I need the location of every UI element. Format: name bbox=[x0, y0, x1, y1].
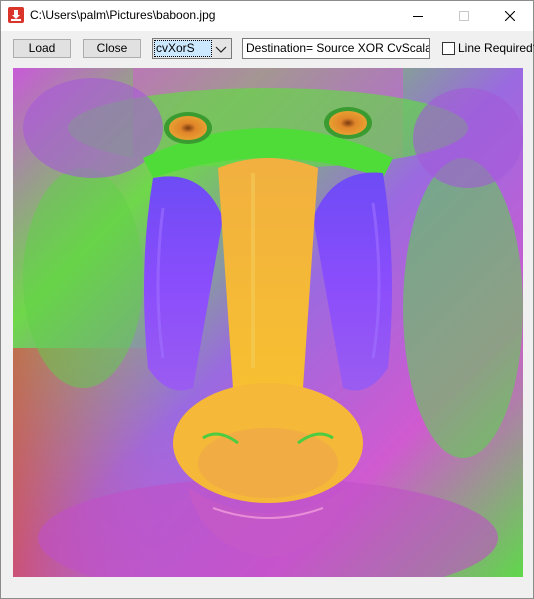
load-button[interactable]: Load bbox=[13, 39, 71, 58]
maximize-icon bbox=[459, 11, 469, 21]
maximize-button[interactable] bbox=[441, 1, 487, 31]
operation-select-value: cvXorS bbox=[154, 40, 212, 57]
chevron-down-icon bbox=[215, 46, 227, 53]
close-icon bbox=[505, 11, 515, 21]
minimize-button[interactable] bbox=[395, 1, 441, 31]
window-title: C:\Users\palm\Pictures\baboon.jpg bbox=[30, 8, 216, 22]
image-viewer[interactable] bbox=[13, 68, 523, 577]
line-required-label: Line Required? bbox=[458, 41, 534, 55]
line-required-checkbox[interactable] bbox=[442, 42, 455, 55]
close-window-button[interactable] bbox=[487, 1, 533, 31]
app-window: C:\Users\palm\Pictures\baboon.jpg Load C… bbox=[0, 0, 534, 599]
close-button[interactable]: Close bbox=[83, 39, 141, 58]
operation-select[interactable]: cvXorS bbox=[152, 38, 232, 59]
operation-description-field[interactable]: Destination= Source XOR CvScalar (0... bbox=[242, 38, 430, 59]
baboon-image bbox=[13, 68, 523, 577]
app-icon bbox=[8, 7, 24, 23]
title-bar[interactable]: C:\Users\palm\Pictures\baboon.jpg bbox=[1, 1, 533, 31]
minimize-icon bbox=[413, 16, 423, 17]
